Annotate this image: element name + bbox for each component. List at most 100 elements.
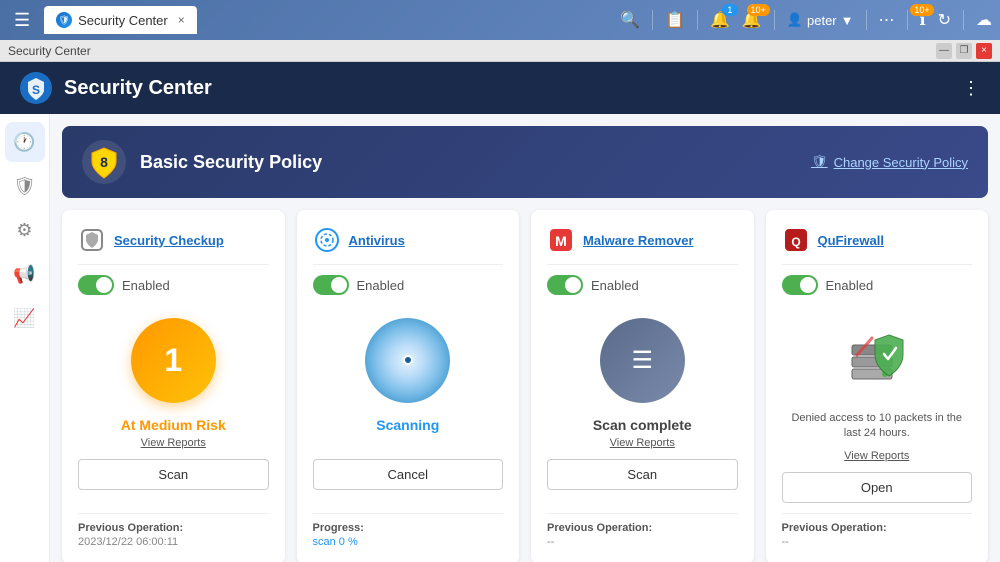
tab-close-button[interactable]: × — [178, 13, 185, 27]
window-bar: Security Center — ❐ × — [0, 40, 1000, 62]
svg-text:S: S — [32, 83, 40, 97]
qufirewall-title[interactable]: QuFirewall — [818, 233, 884, 248]
malware-circle: ☰ — [600, 318, 685, 403]
security-checkup-toggle-row: Enabled — [78, 275, 269, 295]
security-checkup-card: Security Checkup Enabled 1 At Medium Ris… — [62, 210, 285, 562]
malware-remover-title[interactable]: Malware Remover — [583, 233, 694, 248]
policy-title: Basic Security Policy — [140, 152, 797, 173]
user-menu[interactable]: 👤 peter ▼ — [787, 12, 854, 28]
security-checkup-scan-button[interactable]: Scan — [78, 459, 269, 490]
security-checkup-title[interactable]: Security Checkup — [114, 233, 224, 248]
app-logo-icon: S — [20, 72, 52, 104]
qufirewall-toggle[interactable] — [782, 275, 818, 295]
security-checkup-toggle[interactable] — [78, 275, 114, 295]
malware-view-reports[interactable]: View Reports — [610, 437, 675, 449]
app-menu-button[interactable]: ⋮ — [962, 78, 980, 99]
cards-grid: Security Checkup Enabled 1 At Medium Ris… — [62, 210, 988, 562]
qufirewall-prev-operation: Previous Operation: -- — [782, 513, 973, 548]
security-checkup-view-reports[interactable]: View Reports — [141, 437, 206, 449]
change-policy-icon: 🛡 — [811, 154, 828, 170]
malware-scan-button[interactable]: Scan — [547, 459, 738, 490]
app-title: Security Center — [64, 77, 950, 100]
malware-visual: ☰ — [597, 315, 687, 405]
user-icon: 👤 — [787, 12, 803, 28]
sidebar-item-shield[interactable]: 🛡 — [5, 166, 45, 206]
info-icon[interactable]: ℹ10+ — [920, 10, 926, 30]
antivirus-status: Scanning — [376, 417, 439, 433]
antivirus-card: Antivirus Enabled Scanning placeholder C… — [297, 210, 520, 562]
antivirus-icon — [313, 226, 341, 254]
window-controls: — ❐ × — [936, 43, 992, 59]
search-icon[interactable]: 🔍 — [620, 10, 640, 30]
malware-remover-icon: M — [547, 226, 575, 254]
minimize-button[interactable]: — — [936, 43, 952, 59]
divider — [652, 10, 653, 30]
malware-toggle[interactable] — [547, 275, 583, 295]
username: peter — [807, 13, 837, 28]
qufirewall-icon: Q — [782, 226, 810, 254]
security-checkup-status: At Medium Risk — [121, 417, 226, 433]
main-layout: 🕐 🛡 ⚙ 📢 📈 8 Basic Security Policy 🛡 Chan… — [0, 114, 1000, 562]
malware-prev-operation: Previous Operation: -- — [547, 513, 738, 548]
prev-value-blue: scan 0 % — [313, 536, 504, 548]
svg-text:M: M — [555, 233, 567, 249]
firewall-visual — [832, 315, 922, 405]
svg-text:8: 8 — [100, 154, 108, 170]
sidebar: 🕐 🛡 ⚙ 📢 📈 — [0, 114, 50, 562]
qufirewall-open-button[interactable]: Open — [782, 472, 973, 503]
sidebar-item-dashboard[interactable]: 🕐 — [5, 122, 45, 162]
window-title: Security Center — [8, 44, 936, 58]
change-policy-button[interactable]: 🛡 Change Security Policy — [811, 154, 968, 170]
card-header: Q QuFirewall — [782, 226, 973, 265]
prev-value: -- — [547, 536, 738, 548]
files-icon[interactable]: 📋 — [665, 10, 685, 30]
sidebar-item-notifications[interactable]: 📢 — [5, 254, 45, 294]
qufirewall-enabled-label: Enabled — [826, 278, 874, 293]
refresh-icon[interactable]: ↻ — [938, 10, 951, 30]
more-icon[interactable]: ⋯ — [879, 10, 895, 30]
notification-icon-1[interactable]: 🔔1 — [710, 10, 730, 30]
qufirewall-card: Q QuFirewall Enabled — [766, 210, 989, 562]
policy-shield-icon: 8 — [82, 140, 126, 184]
malware-enabled-label: Enabled — [591, 278, 639, 293]
svg-text:Q: Q — [791, 235, 800, 249]
antivirus-enabled-label: Enabled — [357, 278, 405, 293]
sidebar-item-settings[interactable]: ⚙ — [5, 210, 45, 250]
antivirus-toggle[interactable] — [313, 275, 349, 295]
notification-icon-2[interactable]: 🔔10+ — [742, 10, 762, 30]
change-policy-label: Change Security Policy — [834, 155, 968, 170]
policy-banner: 8 Basic Security Policy 🛡 Change Securit… — [62, 126, 988, 198]
divider — [774, 10, 775, 30]
antivirus-visual — [363, 315, 453, 405]
risk-circle: 1 — [131, 318, 216, 403]
app-header: S Security Center ⋮ — [0, 62, 1000, 114]
malware-toggle-row: Enabled — [547, 275, 738, 295]
antivirus-prev-operation: Progress: scan 0 % — [313, 513, 504, 548]
active-tab[interactable]: 🛡 Security Center × — [44, 6, 197, 34]
maximize-button[interactable]: ❐ — [956, 43, 972, 59]
antivirus-title[interactable]: Antivirus — [349, 233, 405, 248]
antivirus-cancel-button[interactable]: Cancel — [313, 459, 504, 490]
firewall-illustration — [837, 320, 917, 400]
security-checkup-prev-operation: Previous Operation: 2023/12/22 06:00:11 — [78, 513, 269, 548]
firewall-description: Denied access to 10 packets in the last … — [782, 411, 973, 442]
security-checkup-visual: 1 — [128, 315, 218, 405]
divider — [907, 10, 908, 30]
close-button[interactable]: × — [976, 43, 992, 59]
title-bar: ☰ 🛡 Security Center × 🔍 📋 🔔1 🔔10+ 👤 pete… — [0, 0, 1000, 40]
menu-button[interactable]: ☰ — [8, 6, 36, 35]
malware-remover-card: M Malware Remover Enabled ☰ Scan complet… — [531, 210, 754, 562]
main-content: 8 Basic Security Policy 🛡 Change Securit… — [50, 114, 1000, 562]
card-header: M Malware Remover — [547, 226, 738, 265]
radar-circle — [365, 318, 450, 403]
cloud-icon[interactable]: ☁ — [976, 10, 992, 30]
malware-status: Scan complete — [593, 417, 692, 433]
card-header: Security Checkup — [78, 226, 269, 265]
radar-dot — [403, 355, 413, 365]
header-icons: 🔍 📋 🔔1 🔔10+ 👤 peter ▼ ⋯ ℹ10+ ↻ ☁ — [620, 10, 992, 30]
sidebar-item-reports[interactable]: 📈 — [5, 298, 45, 338]
dropdown-arrow: ▼ — [841, 13, 854, 28]
qufirewall-view-reports[interactable]: View Reports — [844, 450, 909, 462]
divider — [963, 10, 964, 30]
divider — [697, 10, 698, 30]
